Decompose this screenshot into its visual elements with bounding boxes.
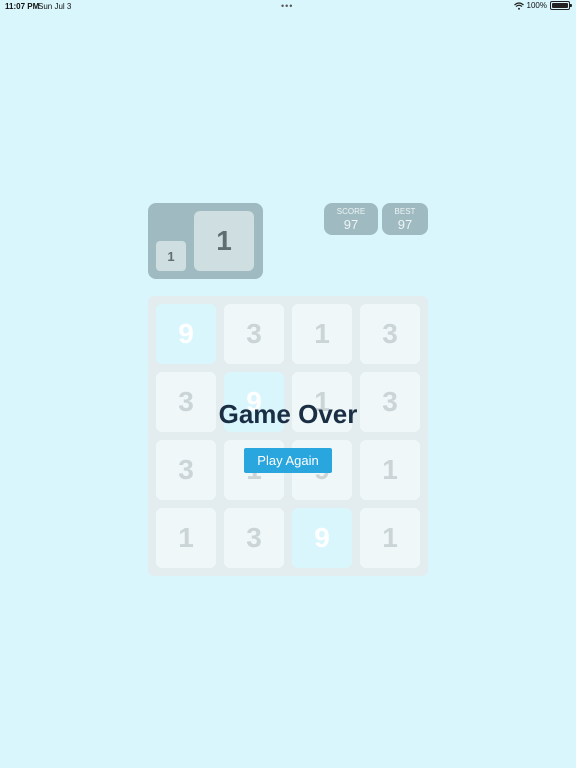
multitasking-dots-icon[interactable]: •••: [281, 1, 293, 11]
score-value: 97: [343, 217, 359, 232]
score-label: SCORE: [336, 207, 366, 216]
status-bar: 11:07 PM Sun Jul 3 ••• 100%: [0, 0, 576, 14]
status-date: Sun Jul 3: [38, 2, 72, 11]
status-time: 11:07 PM: [5, 2, 40, 11]
best-label: BEST: [394, 207, 416, 216]
next-tiles-panel: 1 1: [148, 203, 263, 279]
next-tile-small: 1: [156, 241, 186, 271]
best-value: 97: [397, 217, 413, 232]
battery-icon: [550, 1, 572, 10]
play-again-button[interactable]: Play Again: [244, 448, 332, 473]
game-over-title: Game Over: [218, 399, 358, 429]
battery-percentage: 100%: [526, 1, 547, 10]
score-box: SCORE 97: [324, 203, 378, 235]
game-over-overlay: Game Over Play Again: [148, 296, 428, 576]
status-indicators: 100%: [513, 1, 572, 10]
wifi-icon: [513, 1, 524, 10]
best-score-box: BEST 97: [382, 203, 428, 235]
next-tile-big: 1: [194, 211, 254, 271]
